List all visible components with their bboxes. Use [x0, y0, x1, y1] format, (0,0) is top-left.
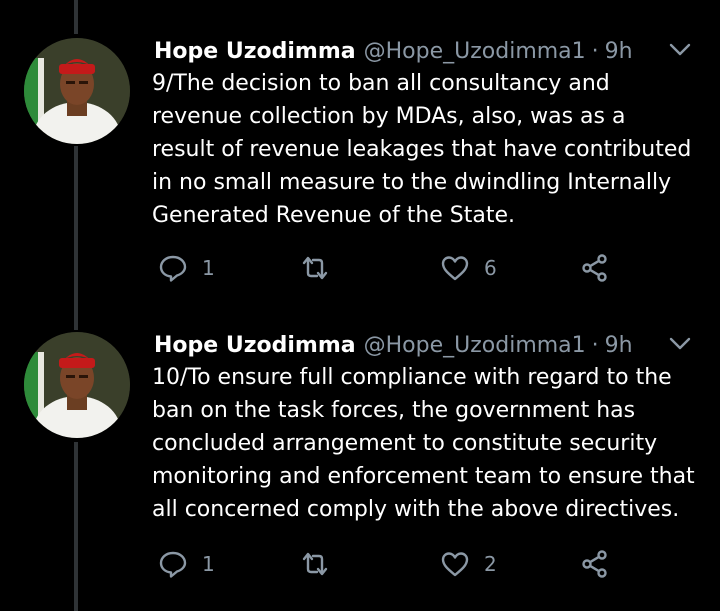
like-button[interactable]: 2	[440, 544, 497, 584]
timestamp[interactable]: 9h	[605, 333, 633, 358]
retweet-icon	[300, 549, 330, 579]
reply-count: 1	[202, 552, 215, 576]
reply-icon	[158, 549, 188, 579]
like-button[interactable]: 6	[440, 248, 497, 288]
author-name[interactable]: Hope Uzodimma	[154, 333, 356, 358]
chevron-down-icon[interactable]	[668, 40, 692, 60]
separator: ·	[591, 332, 599, 358]
author-handle[interactable]: @Hope_Uzodimma1	[364, 333, 586, 358]
share-button[interactable]	[580, 544, 610, 584]
user-avatar-image	[24, 38, 130, 144]
retweet-button[interactable]	[300, 248, 344, 288]
separator: ·	[591, 38, 599, 64]
tweet-text-line: in no small measure to the dwindling Int…	[152, 170, 672, 195]
tweet-actions: 1 2	[0, 544, 720, 584]
tweet-text-line: revenue collection by MDAs, also, was as…	[152, 104, 626, 129]
like-icon	[440, 549, 470, 579]
tweet-text-line: monitoring and enforcement team to ensur…	[152, 464, 695, 489]
share-icon	[580, 549, 610, 579]
author-name[interactable]: Hope Uzodimma	[154, 39, 356, 64]
avatar[interactable]	[24, 332, 130, 438]
like-count: 2	[484, 552, 497, 576]
tweet-text-line: result of revenue leakages that have con…	[152, 137, 692, 162]
user-avatar-image	[24, 332, 130, 438]
tweet-text: 10/To ensure full compliance with regard…	[152, 361, 712, 526]
tweet-text-line: all concerned comply with the above dire…	[152, 497, 680, 522]
reply-count: 1	[202, 256, 215, 280]
tweet-text-line: concluded arrangement to constitute secu…	[152, 431, 658, 456]
reply-icon	[158, 253, 188, 283]
share-button[interactable]	[580, 248, 610, 288]
chevron-down-icon[interactable]	[668, 334, 692, 354]
tweet-text-line: ban on the task forces, the government h…	[152, 398, 636, 423]
tweet-text-line: 9/The decision to ban all consultancy an…	[152, 71, 610, 96]
tweet[interactable]: Hope Uzodimma @Hope_Uzodimma1 · 9h 10/To…	[0, 328, 720, 611]
tweet-header: Hope Uzodimma @Hope_Uzodimma1 · 9h	[154, 328, 720, 362]
timestamp[interactable]: 9h	[605, 39, 633, 64]
retweet-icon	[300, 253, 330, 283]
reply-button[interactable]: 1	[158, 248, 215, 288]
author-handle[interactable]: @Hope_Uzodimma1	[364, 39, 586, 64]
reply-button[interactable]: 1	[158, 544, 215, 584]
tweet-header: Hope Uzodimma @Hope_Uzodimma1 · 9h	[154, 34, 720, 68]
like-icon	[440, 253, 470, 283]
tweet-text-line: Generated Revenue of the State.	[152, 203, 516, 228]
tweet-text-line: 10/To ensure full compliance with regard…	[152, 365, 672, 390]
tweet-thread: Hope Uzodimma @Hope_Uzodimma1 · 9h 9/The…	[0, 0, 720, 611]
tweet-text: 9/The decision to ban all consultancy an…	[152, 67, 712, 232]
tweet[interactable]: Hope Uzodimma @Hope_Uzodimma1 · 9h 9/The…	[0, 34, 720, 304]
thread-line-top	[74, 0, 78, 34]
like-count: 6	[484, 256, 497, 280]
avatar[interactable]	[24, 38, 130, 144]
tweet-actions: 1 6	[0, 248, 720, 288]
share-icon	[580, 253, 610, 283]
retweet-button[interactable]	[300, 544, 344, 584]
